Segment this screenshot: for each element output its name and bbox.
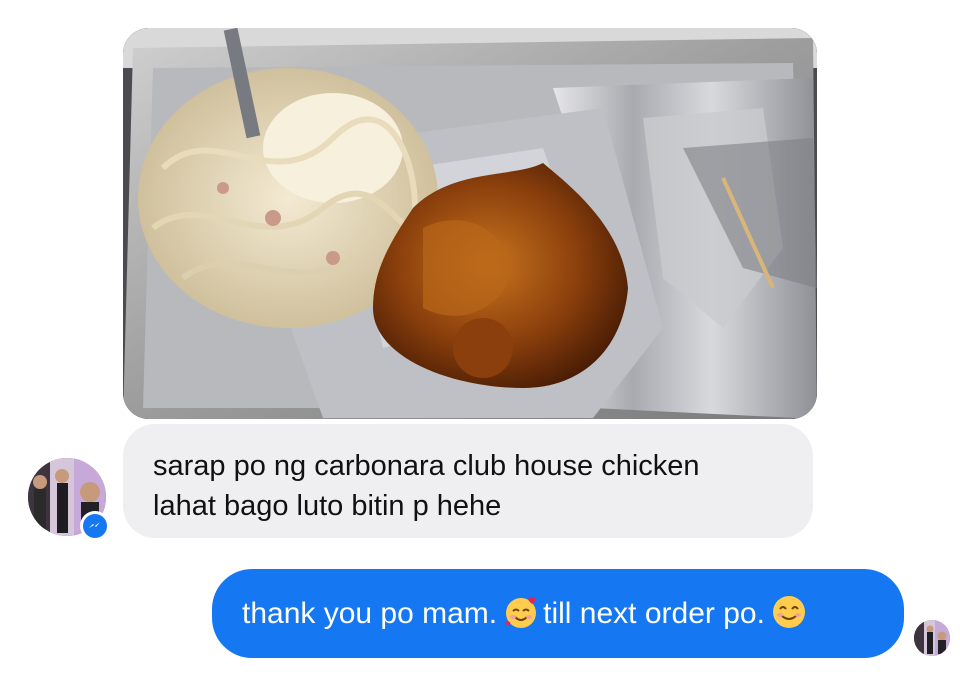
outgoing-message-text-2: till next order po. <box>543 596 765 630</box>
incoming-message-bubble[interactable]: sarap po ng carbonara club house chicken… <box>123 424 813 538</box>
outgoing-message-bubble[interactable]: thank you po mam. till next order po. <box>212 569 904 658</box>
read-receipt-avatar-image <box>914 620 950 656</box>
incoming-message-line-1: sarap po ng carbonara club house chicken <box>153 450 700 482</box>
messenger-badge <box>80 511 110 541</box>
message-photo[interactable] <box>123 28 817 419</box>
smiling-face-with-hearts-icon <box>503 594 539 630</box>
messenger-icon <box>89 522 100 528</box>
smiling-face-icon <box>771 594 807 630</box>
outgoing-message-text-1: thank you po mam. <box>242 596 498 630</box>
incoming-message-line-2: lahat bago luto bitin p hehe <box>153 490 502 522</box>
read-receipt-avatar <box>914 620 950 656</box>
food-photo-image <box>123 28 817 419</box>
